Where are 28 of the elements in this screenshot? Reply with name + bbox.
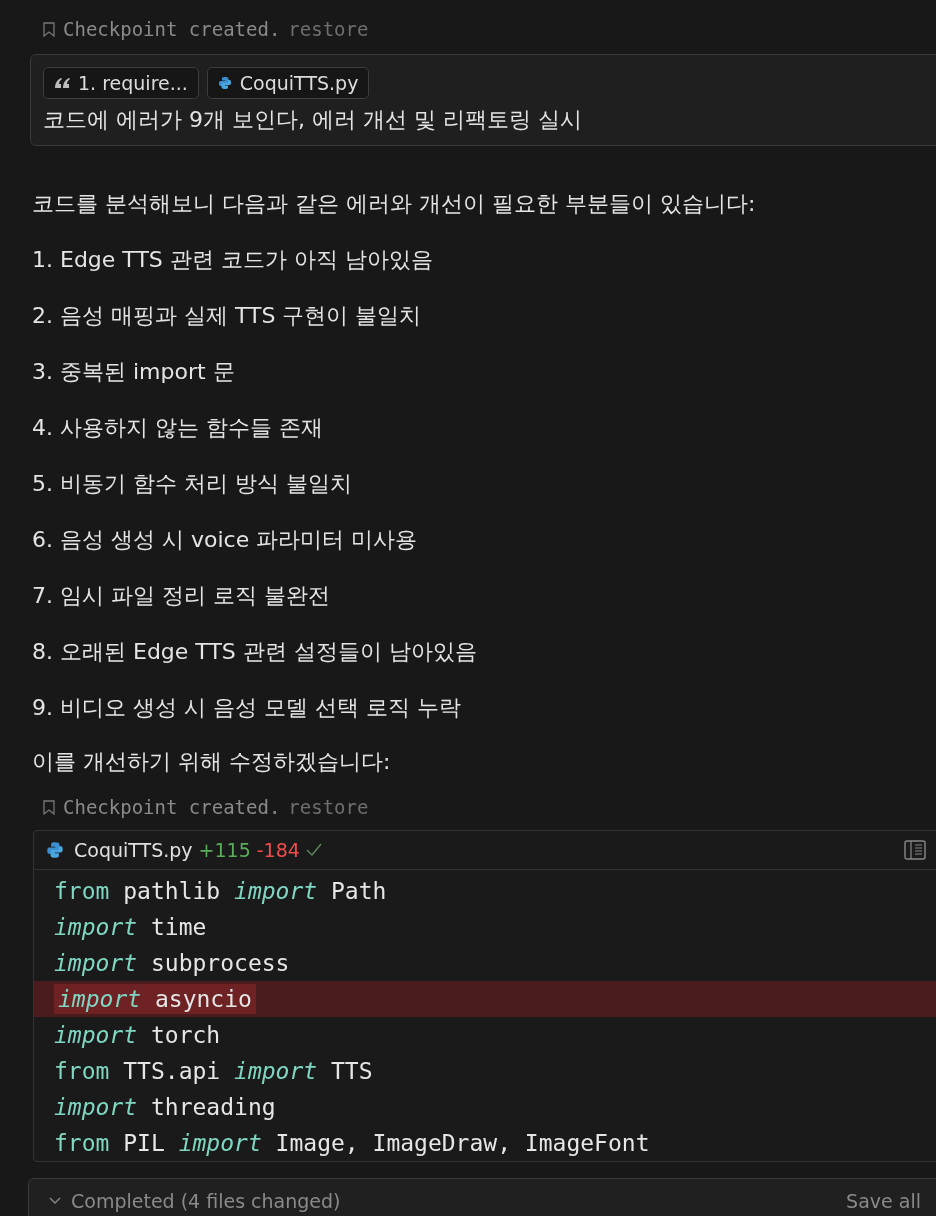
list-item: 1. Edge TTS 관련 코드가 아직 남아있음 [31,246,434,274]
save-all-link[interactable]: Save all [846,1190,921,1212]
code-line: import time [54,914,207,940]
code-line: import subprocess [54,950,290,976]
file-name[interactable]: CoquiTTS.py [74,839,193,861]
list-item: 2. 음성 매핑과 실제 TTS 구현이 불일치 [31,302,423,330]
list-item: 5. 비동기 함수 처리 방식 불일치 [31,470,353,498]
code-line: import torch [54,1022,221,1048]
list-item: 7. 임시 파일 정리 로직 불완전 [31,582,331,610]
list-item: 8. 오래된 Edge TTS 관련 설정들이 남아있음 [31,638,478,666]
list-item: 6. 음성 생성 시 voice 파라미터 미사용 [31,526,419,554]
checkpoint-text: Checkpoint created. [63,18,281,40]
list-item: 3. 중복된 import 문 [31,358,236,386]
code-line: from pathlib import Path [54,878,387,904]
code-line: from TTS.api import TTS [54,1058,373,1084]
checkpoint-text: Checkpoint created. [63,796,281,818]
removed-count: -184 [256,839,300,861]
added-count: +115 [198,839,251,861]
list-item: 9. 비디오 생성 시 음성 모델 선택 로직 누락 [31,694,462,722]
code-line: from PIL import Image, ImageDraw, ImageFont [54,1130,650,1156]
context-chip[interactable]: 1. require... [43,67,199,99]
response-paragraph: 코드를 분석해보니 다음과 같은 에러와 개선이 필요한 부분들이 있습니다: [31,190,757,218]
context-chip[interactable]: CoquiTTS.py [206,67,370,99]
code-line: import threading [54,1094,276,1120]
response-paragraph: 이를 개선하기 위해 수정하겠습니다: [31,748,392,776]
list-item: 4. 사용하지 않는 함수들 존재 [31,414,324,442]
status-text: Completed (4 files changed) [71,1190,341,1212]
user-message-text: 코드에 에러가 9개 보인다, 에러 개선 및 리팩토링 실시 [43,106,583,134]
